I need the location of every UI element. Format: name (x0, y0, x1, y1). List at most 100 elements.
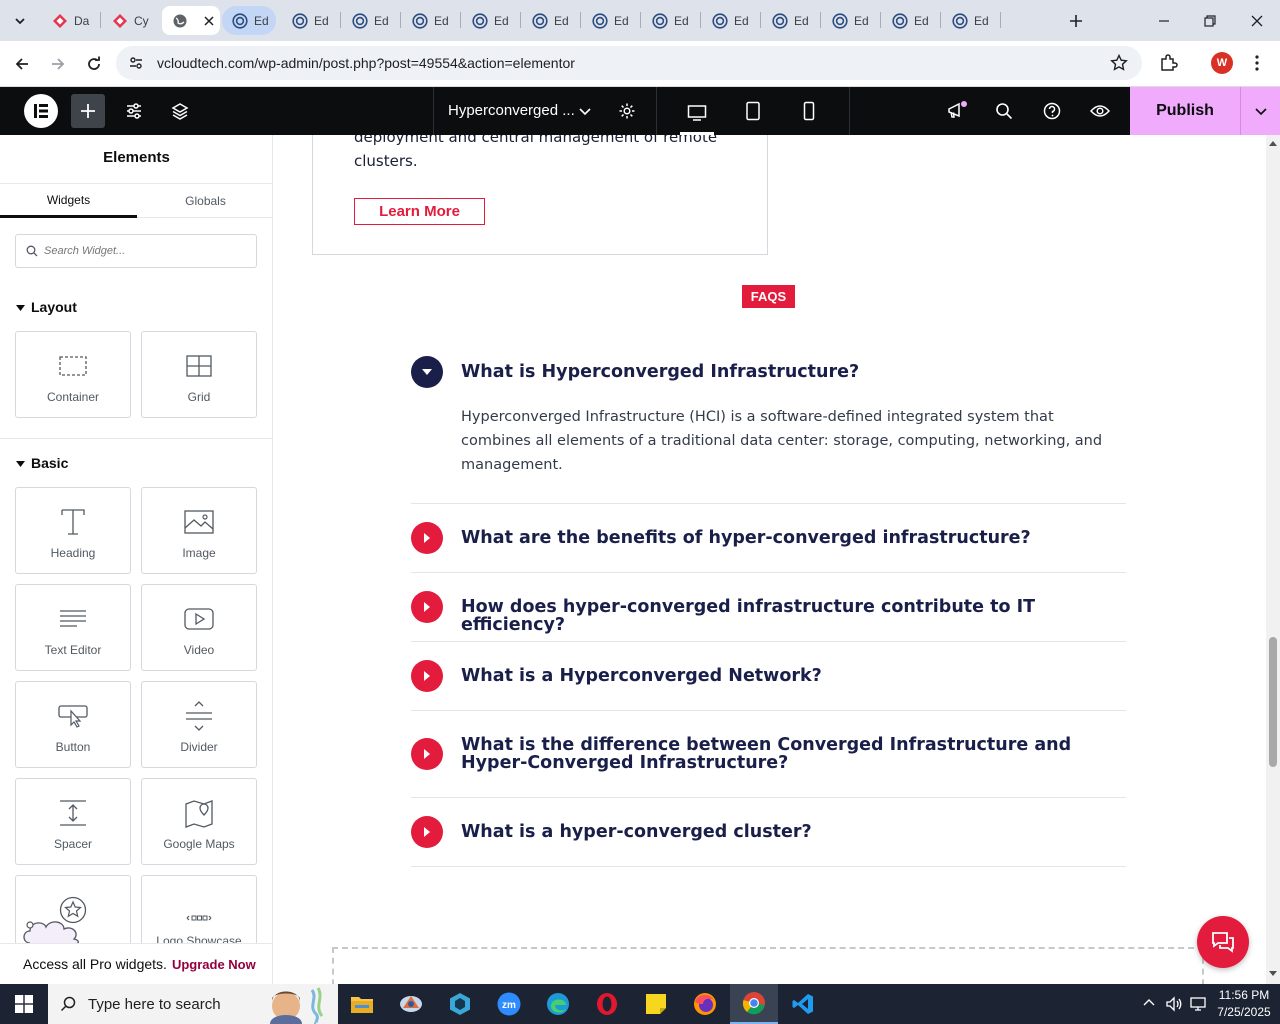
faq-question[interactable]: What is a hyper-converged cluster? (461, 823, 812, 841)
restore-button[interactable] (1187, 0, 1233, 41)
faq-toggle[interactable] (411, 738, 443, 770)
search-input[interactable] (44, 245, 244, 257)
widget-divider[interactable]: Divider (141, 681, 257, 768)
browser-tab[interactable]: Ed (222, 6, 276, 35)
widget-search[interactable] (15, 234, 257, 268)
faq-question[interactable]: What are the benefits of hyper-converged… (461, 529, 1031, 547)
close-window-button[interactable] (1234, 0, 1280, 41)
forward-button[interactable] (43, 49, 73, 79)
profile-avatar[interactable]: W (1211, 52, 1233, 74)
add-section-drop-zone[interactable] (332, 947, 1204, 984)
faq-item[interactable]: How does hyper-converged infrastructure … (411, 573, 1126, 642)
faq-question[interactable]: What is Hyperconverged Infrastructure? (461, 363, 859, 381)
taskbar-zoom[interactable]: zm (485, 984, 533, 1024)
faq-question[interactable]: How does hyper-converged infrastructure … (461, 598, 1126, 634)
notifications-button[interactable] (940, 94, 974, 128)
taskbar-app-2[interactable] (387, 984, 435, 1024)
help-button[interactable] (1035, 94, 1069, 128)
minimize-button[interactable] (1141, 0, 1187, 41)
browser-tab[interactable]: Ed (882, 6, 936, 35)
faq-question[interactable]: What is a Hyperconverged Network? (461, 667, 822, 685)
browser-menu-icon[interactable] (1247, 53, 1267, 73)
widget-grid[interactable]: Grid (141, 331, 257, 418)
browser-tab[interactable]: Ed (762, 6, 816, 35)
system-clock[interactable]: 11:56 PM 7/25/2025 (1212, 987, 1276, 1021)
browser-tab[interactable]: Ed (582, 6, 636, 35)
taskbar-edge[interactable] (534, 984, 582, 1024)
widget-button[interactable]: Button (15, 681, 131, 768)
browser-tab[interactable]: Ed (942, 6, 996, 35)
document-title[interactable]: Hyperconverged ... (448, 102, 575, 119)
taskbar-firefox[interactable] (681, 984, 729, 1024)
taskbar-chrome[interactable] (730, 984, 778, 1024)
page-settings-button[interactable] (610, 94, 644, 128)
feature-card[interactable]: deployment and central management of rem… (312, 135, 768, 255)
url-text[interactable]: vcloudtech.com/wp-admin/post.php?post=49… (157, 55, 575, 71)
browser-tab[interactable]: Ed (342, 6, 396, 35)
browser-tab[interactable]: Ed (822, 6, 876, 35)
upgrade-now-link[interactable]: Upgrade Now (172, 957, 256, 972)
volume-icon[interactable] (1165, 995, 1183, 1013)
tab-globals[interactable]: Globals (137, 184, 272, 218)
faq-item[interactable]: What is the difference between Converged… (411, 711, 1126, 798)
faq-toggle[interactable] (411, 591, 443, 623)
start-button[interactable] (0, 984, 48, 1024)
faq-item[interactable]: What are the benefits of hyper-converged… (411, 504, 1126, 573)
basic-section-header[interactable]: Basic (16, 455, 68, 471)
tab-widgets[interactable]: Widgets (0, 184, 137, 218)
scrollbar-thumb[interactable] (1269, 637, 1277, 767)
bookmark-star-icon[interactable] (1110, 54, 1128, 72)
chevron-down-icon[interactable] (578, 104, 592, 118)
widget-google-maps[interactable]: Google Maps (141, 778, 257, 865)
desktop-view-button[interactable] (680, 94, 714, 135)
widget-container[interactable]: Container (15, 331, 131, 418)
widget-image[interactable]: Image (141, 487, 257, 574)
add-element-button[interactable] (71, 94, 105, 128)
browser-tab[interactable]: Da (42, 6, 96, 35)
widget-video[interactable]: Video (141, 584, 257, 671)
publish-button[interactable]: Publish (1130, 87, 1240, 135)
taskbar-search[interactable]: Type here to search (48, 984, 338, 1024)
tab-search-button[interactable] (7, 8, 33, 34)
taskbar-sticky-notes[interactable] (632, 984, 680, 1024)
publish-options-button[interactable] (1240, 87, 1280, 135)
faq-item[interactable]: What is a hyper-converged cluster? (411, 798, 1126, 867)
preview-button[interactable] (1083, 94, 1117, 128)
finder-button[interactable] (987, 94, 1021, 128)
taskbar-vscode[interactable] (779, 984, 827, 1024)
faq-item[interactable]: What is Hyperconverged Infrastructure? H… (411, 355, 1126, 504)
show-hidden-icons[interactable] (1142, 996, 1156, 1010)
new-tab-button[interactable] (1064, 9, 1088, 33)
mobile-view-button[interactable] (792, 94, 826, 128)
faq-toggle-open[interactable] (411, 356, 443, 388)
taskbar-app-3[interactable] (436, 984, 484, 1024)
widget-spacer[interactable]: Spacer (15, 778, 131, 865)
back-button[interactable] (7, 49, 37, 79)
browser-tab[interactable]: Cy (102, 6, 156, 35)
tablet-view-button[interactable] (736, 94, 770, 128)
faq-toggle[interactable] (411, 816, 443, 848)
browser-tab[interactable]: Ed (402, 6, 456, 35)
faq-item[interactable]: What is a Hyperconverged Network? (411, 642, 1126, 711)
extensions-icon[interactable] (1158, 53, 1178, 73)
structure-button[interactable] (163, 94, 197, 128)
widget-heading[interactable]: Heading (15, 487, 131, 574)
close-tab-icon[interactable] (204, 15, 214, 26)
browser-tab[interactable]: Ed (522, 6, 576, 35)
browser-tab[interactable]: Ed (462, 6, 516, 35)
taskbar-file-explorer[interactable] (338, 984, 386, 1024)
chat-widget-button[interactable] (1197, 916, 1249, 968)
address-bar[interactable]: vcloudtech.com/wp-admin/post.php?post=49… (116, 46, 1142, 80)
browser-tab[interactable] (162, 6, 220, 35)
network-icon[interactable] (1189, 995, 1207, 1013)
layout-section-header[interactable]: Layout (16, 299, 77, 315)
browser-tab[interactable]: Ed (642, 6, 696, 35)
browser-tab[interactable]: Ed (282, 6, 336, 35)
faq-toggle[interactable] (411, 522, 443, 554)
elementor-logo-icon[interactable] (24, 94, 58, 128)
learn-more-button[interactable]: Learn More (354, 198, 485, 225)
site-settings-button[interactable] (117, 94, 151, 128)
faq-question[interactable]: What is the difference between Converged… (461, 736, 1101, 772)
taskbar-opera[interactable] (583, 984, 631, 1024)
browser-tab[interactable]: Ed (702, 6, 756, 35)
